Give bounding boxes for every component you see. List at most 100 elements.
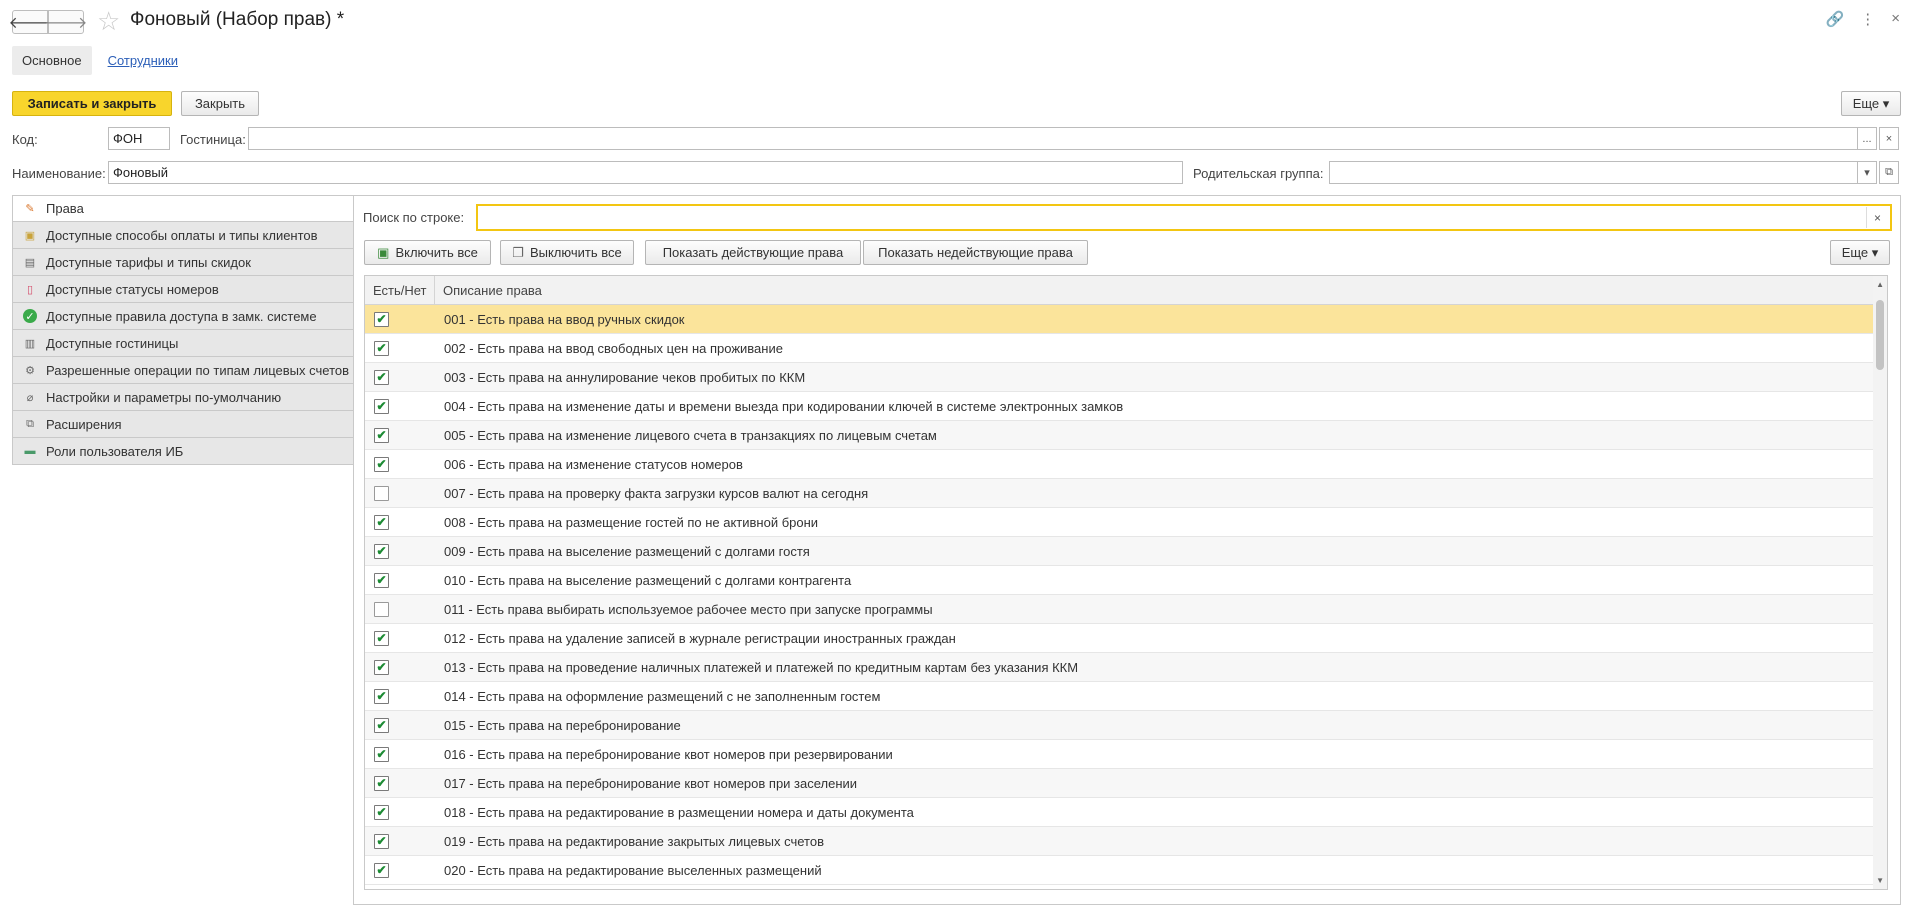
sidebar-item-label: Роли пользователя ИБ [46, 443, 184, 459]
disable-all-button[interactable]: ❐ Выключить все [500, 240, 634, 265]
sidebar-item-account-operations[interactable]: ⚙ Разрешенные операции по типам лицевых с… [12, 357, 354, 384]
right-checkbox[interactable]: ✔ [374, 311, 389, 327]
sidebar-item-extensions[interactable]: ⧉ Расширения [12, 411, 354, 438]
sidebar-item-payment-methods[interactable]: ▣ Доступные способы оплаты и типы клиенто… [12, 222, 354, 249]
right-checkbox[interactable]: ✔ [374, 427, 389, 443]
table-row[interactable]: ✔ 002 - Есть права на ввод свободных цен … [365, 334, 1887, 363]
name-field[interactable]: Фоновый [108, 161, 1183, 184]
sidebar-item-user-roles[interactable]: ▬ Роли пользователя ИБ [12, 438, 354, 465]
close-button[interactable]: Закрыть [181, 91, 259, 116]
table-row[interactable]: ✔ 017 - Есть права на перебронирование кв… [365, 769, 1887, 798]
right-checkbox[interactable]: ✔ [374, 804, 389, 820]
column-header-has[interactable]: Есть/Нет [365, 276, 435, 304]
right-checkbox[interactable]: ✔ [374, 746, 389, 762]
right-checkbox[interactable]: ✔ [374, 340, 389, 356]
tariff-icon: ▤ [24, 256, 36, 269]
parent-group-dropdown-button[interactable]: ▾ [1857, 161, 1877, 184]
table-row[interactable]: ✔ 001 - Есть права на ввод ручных скидок [365, 305, 1887, 334]
hotel-choose-button[interactable]: ... [1857, 127, 1877, 150]
tab-employees[interactable]: Сотрудники [98, 46, 188, 75]
parent-group-field[interactable] [1329, 161, 1858, 184]
right-checkbox[interactable]: ✔ [374, 688, 389, 704]
right-checkbox[interactable]: ✔ [374, 369, 389, 385]
table-row[interactable]: 011 - Есть права выбирать используемое р… [365, 595, 1887, 624]
rights-more-button[interactable]: Еще ▾ [1830, 240, 1890, 265]
has-right-cell: ✔ [365, 421, 435, 449]
code-field[interactable]: ФОН [108, 127, 170, 150]
sidebar-item-label: Права [46, 201, 84, 216]
table-row[interactable]: ✔ 018 - Есть права на редактирование в ра… [365, 798, 1887, 827]
column-header-description[interactable]: Описание права [435, 283, 542, 298]
sidebar-item-access-rules[interactable]: ✓ Доступные правила доступа в замк. систе… [12, 303, 354, 330]
search-label: Поиск по строке: [363, 210, 465, 225]
enable-all-button[interactable]: ▣ Включить все [364, 240, 491, 265]
has-right-cell: ✔ [365, 711, 435, 739]
table-row[interactable]: ✔ 012 - Есть права на удаление записей в … [365, 624, 1887, 653]
hotel-field[interactable] [248, 127, 1858, 150]
uncheck-icon: ❐ [512, 244, 524, 260]
has-right-cell [365, 479, 435, 507]
payment-icon: ▣ [24, 229, 36, 242]
back-button[interactable]: 🡐 [9, 10, 51, 34]
table-row[interactable]: ✔ 006 - Есть права на изменение статусов … [365, 450, 1887, 479]
right-checkbox[interactable]: ✔ [374, 630, 389, 646]
right-checkbox[interactable]: ✔ [374, 862, 389, 878]
table-row[interactable]: ✔ 016 - Есть права на перебронирование кв… [365, 740, 1887, 769]
right-checkbox[interactable]: ✔ [374, 572, 389, 588]
table-row[interactable]: ✔ 005 - Есть права на изменение лицевого … [365, 421, 1887, 450]
right-description: 010 - Есть права на выселение размещений… [444, 572, 852, 588]
right-checkbox[interactable]: ✔ [374, 833, 389, 849]
form-tabs: Основное Сотрудники [12, 46, 188, 75]
table-row[interactable]: ✔ 010 - Есть права на выселение размещени… [365, 566, 1887, 595]
more-button[interactable]: Еще ▾ [1841, 91, 1901, 116]
more-vertical-icon[interactable]: ⋮ [1860, 10, 1875, 28]
right-checkbox[interactable]: ✔ [374, 543, 389, 559]
right-checkbox[interactable]: ✔ [374, 514, 389, 530]
table-row[interactable]: ✔ 009 - Есть права на выселение размещени… [365, 537, 1887, 566]
scrollbar-thumb[interactable] [1876, 300, 1884, 370]
table-row[interactable]: 007 - Есть права на проверку факта загру… [365, 479, 1887, 508]
table-row[interactable]: ✔ 020 - Есть права на редактирование высе… [365, 856, 1887, 885]
show-active-rights-button[interactable]: Показать действующие права [645, 240, 861, 265]
sidebar-item-rights[interactable]: ✎ Права [12, 195, 354, 222]
table-scrollbar[interactable]: ▲ ▼ [1873, 276, 1887, 889]
parent-group-open-button[interactable]: ⧉ [1879, 161, 1899, 184]
sidebar-item-tariffs[interactable]: ▤ Доступные тарифы и типы скидок [12, 249, 354, 276]
sidebar-item-hotels[interactable]: ▥ Доступные гостиницы [12, 330, 354, 357]
hotel-clear-button[interactable]: × [1879, 127, 1899, 150]
show-inactive-rights-button[interactable]: Показать недействующие права [863, 240, 1088, 265]
right-checkbox[interactable]: ✔ [374, 456, 389, 472]
search-clear-button[interactable]: × [1866, 207, 1888, 228]
parent-group-label: Родительская группа: [1193, 166, 1324, 181]
table-row[interactable]: ✔ 015 - Есть права на перебронирование [365, 711, 1887, 740]
right-description: 008 - Есть права на размещение гостей по… [444, 514, 819, 530]
right-description: 011 - Есть права выбирать используемое р… [444, 601, 933, 617]
table-row[interactable]: ✔ 003 - Есть права на аннулирование чеков… [365, 363, 1887, 392]
favorite-star-icon[interactable]: ☆ [97, 6, 120, 37]
table-row[interactable]: ✔ 004 - Есть права на изменение даты и вр… [365, 392, 1887, 421]
tab-main[interactable]: Основное [12, 46, 92, 75]
right-checkbox[interactable] [374, 485, 389, 501]
table-row[interactable]: ✔ 013 - Есть права на проведение наличных… [365, 653, 1887, 682]
sidebar-item-label: Доступные статусы номеров [46, 281, 219, 297]
right-checkbox[interactable]: ✔ [374, 775, 389, 791]
right-checkbox[interactable]: ✔ [374, 659, 389, 675]
table-row[interactable]: ✔ 019 - Есть права на редактирование закр… [365, 827, 1887, 856]
scroll-up-icon[interactable]: ▲ [1876, 280, 1884, 289]
scroll-down-icon[interactable]: ▼ [1876, 876, 1884, 885]
search-input[interactable] [476, 204, 1892, 231]
sidebar-item-room-statuses[interactable]: ▯ Доступные статусы номеров [12, 276, 354, 303]
right-checkbox[interactable]: ✔ [374, 398, 389, 414]
close-icon[interactable]: × [1891, 10, 1900, 28]
check-icon: ▣ [377, 244, 390, 260]
right-checkbox[interactable]: ✔ [374, 717, 389, 733]
sidebar-item-default-settings[interactable]: ⌀ Настройки и параметры по-умолчанию [12, 384, 354, 411]
table-row[interactable]: ✔ 014 - Есть права на оформление размещен… [365, 682, 1887, 711]
save-and-close-button[interactable]: Записать и закрыть [12, 91, 172, 116]
sections-sidebar: ✎ Права ▣ Доступные способы оплаты и типы … [12, 195, 354, 465]
forward-button[interactable]: 🡒 [45, 10, 87, 34]
table-row[interactable]: ✔ 008 - Есть права на размещение гостей п… [365, 508, 1887, 537]
link-icon[interactable]: 🔗 [1826, 10, 1845, 28]
right-checkbox[interactable] [374, 601, 389, 617]
hotel-label: Гостиница: [180, 132, 246, 147]
